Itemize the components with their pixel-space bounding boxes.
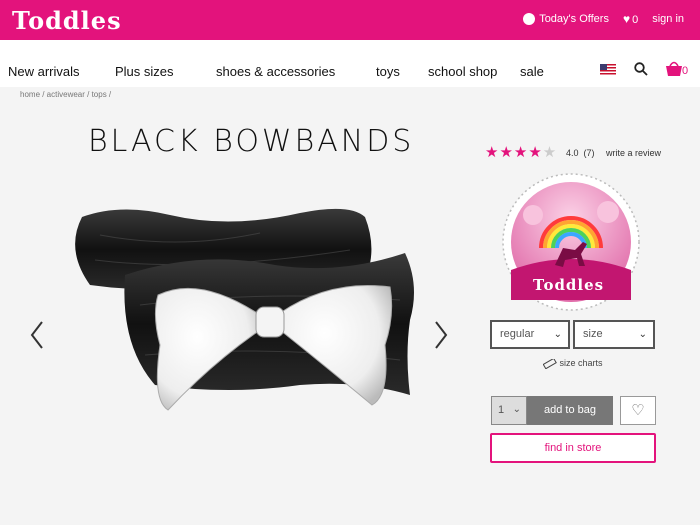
nav-new-arrivals[interactable]: New arrivals — [8, 64, 80, 79]
top-bar: Toddles $ Today's Offers ♥ 0 sign in — [0, 0, 700, 40]
nav-toys[interactable]: toys — [376, 64, 400, 79]
sign-in-link[interactable]: sign in — [652, 13, 684, 25]
size-select[interactable]: size ⌄ — [573, 320, 655, 349]
wishlist-link[interactable]: ♥ 0 — [623, 12, 638, 26]
cart-icon[interactable] — [665, 61, 683, 77]
add-to-bag-button[interactable]: add to bag — [527, 396, 613, 425]
site-logo[interactable]: Toddles — [12, 6, 122, 35]
nav-plus-sizes[interactable]: Plus sizes — [115, 64, 174, 79]
us-flag-icon[interactable] — [600, 64, 616, 75]
size-charts-label: size charts — [559, 358, 603, 368]
find-in-store-button[interactable]: find in store — [490, 433, 656, 463]
chevron-down-icon: ⌄ — [512, 404, 521, 415]
rating-number: 4.0 — [566, 148, 579, 158]
write-review-link[interactable]: write a review — [606, 148, 661, 158]
rating-stars: ★★★★★ — [485, 144, 558, 161]
chevron-down-icon: ⌄ — [553, 329, 562, 340]
fit-select-value: regular — [500, 328, 535, 340]
search-icon[interactable] — [634, 62, 648, 76]
review-count: (7) — [583, 148, 595, 158]
todays-offers-label: Today's Offers — [539, 13, 609, 25]
badge-text: Toddles — [533, 276, 605, 294]
heart-icon: ♥ — [622, 12, 631, 26]
dollar-coin-icon: $ — [523, 13, 536, 25]
main-nav: New arrivals Plus sizes shoes & accessor… — [0, 40, 700, 87]
size-select-value: size — [583, 328, 603, 340]
wishlist-heart-icon[interactable]: ♡ — [620, 396, 656, 425]
product-title: BLACK BOWBANDS — [88, 124, 415, 159]
ruler-icon — [542, 357, 557, 370]
chevron-right-icon[interactable] — [430, 318, 450, 352]
fit-select[interactable]: regular ⌄ — [490, 320, 570, 349]
quantity-select[interactable]: 1 ⌄ — [491, 396, 527, 425]
product-image — [75, 208, 414, 411]
chevron-left-icon[interactable] — [28, 318, 48, 352]
breadcrumb[interactable]: home / activewear / tops / — [20, 90, 111, 99]
nav-school-shop[interactable]: school shop — [428, 64, 497, 79]
quantity-value: 1 — [498, 404, 505, 416]
wishlist-count: 0 — [632, 14, 639, 26]
chevron-down-icon: ⌄ — [638, 329, 647, 340]
size-charts-link[interactable]: size charts — [542, 357, 603, 370]
rating-value: 4.0 (7) — [566, 148, 595, 158]
nav-shoes-accessories[interactable]: shoes & accessories — [216, 64, 335, 79]
page: Toddles $ Today's Offers ♥ 0 sign in New a… — [0, 0, 700, 525]
nav-sale[interactable]: sale — [520, 64, 544, 79]
todays-offers-link[interactable]: $ Today's Offers — [523, 13, 609, 25]
top-links: $ Today's Offers ♥ 0 sign in — [523, 12, 684, 26]
cart-count: 0 — [682, 65, 689, 77]
